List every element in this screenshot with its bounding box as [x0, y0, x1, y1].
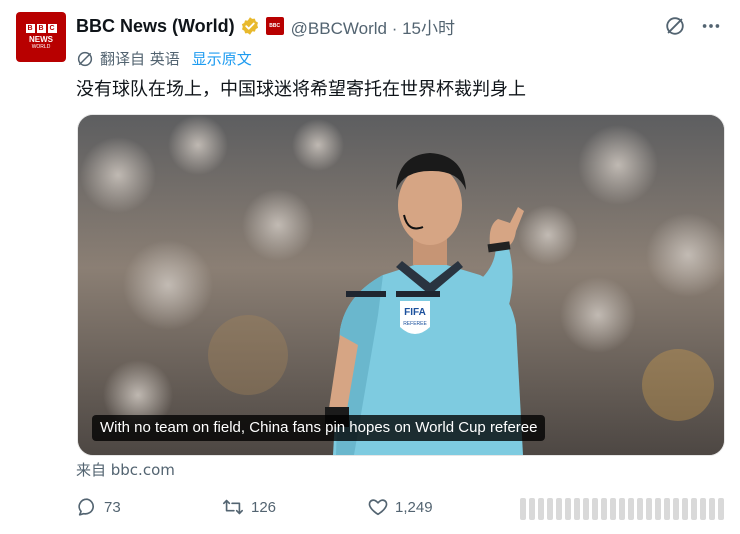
badge-fifa: FIFA — [404, 307, 426, 318]
tweet-text: 没有球队在场上，中国球迷将希望寄托在世界杯裁判身上 — [76, 79, 526, 100]
media-caption: With no team on field, China fans pin ho… — [92, 415, 546, 441]
translated-from-label: 翻译自 英语 — [100, 50, 180, 68]
like-button[interactable]: 1,249 — [367, 496, 497, 518]
tweet-time[interactable]: 15小时 — [402, 19, 455, 38]
reply-count: 73 — [104, 498, 121, 516]
show-original-link[interactable]: 显示原文 — [192, 48, 252, 69]
affiliate-badge-icon: BBC — [265, 17, 284, 35]
like-icon — [368, 499, 388, 516]
grok-icon[interactable] — [664, 15, 686, 37]
retweet-button[interactable]: 126 — [221, 496, 367, 518]
avatar-news-text: NEWS — [29, 35, 53, 44]
translate-icon — [77, 51, 93, 66]
retweet-icon — [223, 499, 243, 515]
tweet-header: BBC News (World) BBC @BBCWorld · 15小时 — [76, 14, 455, 38]
like-count: 1,249 — [395, 498, 433, 516]
avatar[interactable]: B B C NEWS WORLD — [16, 12, 66, 62]
bbc-logo: B B C — [25, 24, 57, 33]
author-name[interactable]: BBC News (World) — [76, 16, 235, 37]
bbc-letter: B — [36, 24, 46, 33]
retweet-count: 126 — [251, 498, 277, 516]
bbc-letter: B — [25, 24, 35, 33]
tweet-actions: 73 126 1,249 — [76, 496, 497, 518]
reply-button[interactable]: 73 — [76, 496, 221, 518]
bbc-letter: C — [47, 24, 57, 33]
author-handle-time: @BBCWorld · 15小时 — [290, 18, 456, 38]
watermark-bars — [520, 498, 724, 520]
verified-badge-icon — [241, 17, 258, 35]
reply-icon — [78, 498, 94, 516]
link-source[interactable]: 来自 bbc.com — [76, 459, 175, 480]
referee-photo: FIFA REFEREE — [78, 115, 724, 455]
badge-referee: REFEREE — [403, 321, 427, 327]
author-handle[interactable]: @BBCWorld — [291, 19, 387, 38]
header-actions — [664, 15, 722, 37]
more-icon[interactable] — [700, 15, 722, 37]
avatar-world-text: WORLD — [31, 44, 51, 50]
link-card-media[interactable]: FIFA REFEREE With no team on field, Chin… — [77, 114, 725, 456]
translation-bar: 翻译自 英语 显示原文 — [76, 48, 252, 69]
